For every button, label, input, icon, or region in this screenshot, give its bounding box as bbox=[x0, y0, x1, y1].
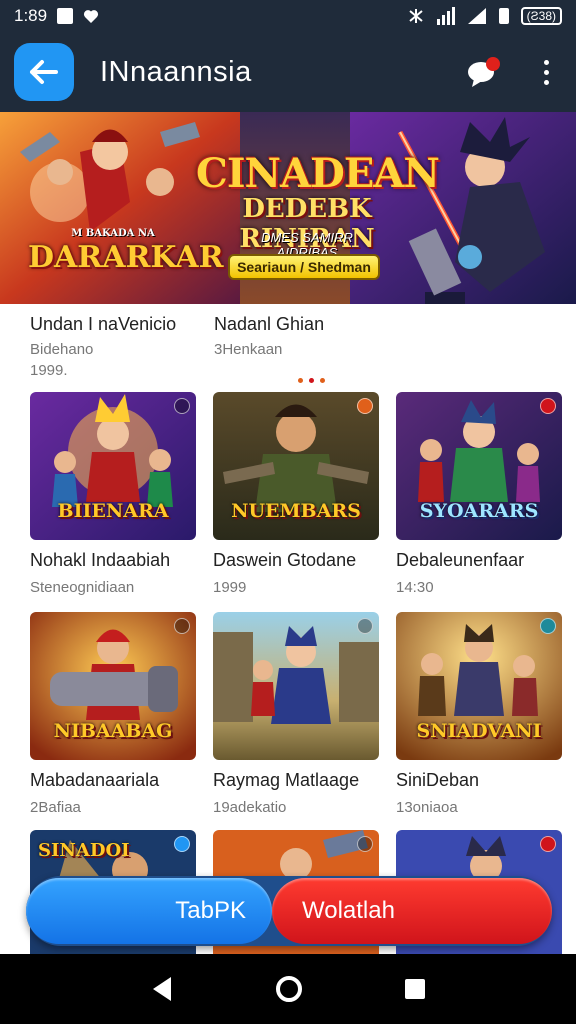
arrow-left-icon bbox=[30, 60, 58, 84]
game-title: Mabadanaariala bbox=[30, 770, 160, 790]
game-thumbnail: SNIADVANI bbox=[396, 612, 562, 760]
circle-home-icon[interactable] bbox=[274, 974, 304, 1004]
game-title: SiniDeban bbox=[396, 770, 480, 790]
game-logo: SNIADVANI bbox=[416, 720, 542, 742]
system-nav-bar bbox=[0, 954, 576, 1024]
wifi-signal-icon bbox=[467, 8, 486, 24]
item-detail: 1999. bbox=[30, 362, 68, 379]
chat-bubble-icon bbox=[468, 57, 500, 87]
game-logo: SYOARARS bbox=[419, 500, 539, 522]
info-icon bbox=[357, 398, 373, 414]
shield-icon bbox=[84, 10, 99, 23]
game-card[interactable]: SYOARARS Debaleunenfaar 14:30 bbox=[396, 392, 562, 596]
game-logo: NUEMBARS bbox=[231, 500, 361, 522]
game-title: Debaleunenfaar bbox=[396, 550, 525, 570]
sim-icon bbox=[498, 8, 509, 24]
game-title: Raymag Matlaage bbox=[213, 770, 360, 790]
banner-left-logo-small: M BAKADA NA bbox=[71, 228, 155, 239]
info-icon bbox=[540, 618, 556, 634]
game-thumbnail: NUEMBARS bbox=[213, 392, 379, 540]
more-button[interactable] bbox=[536, 52, 556, 92]
list-item[interactable]: Nadanl Ghian 3Henkaan bbox=[214, 314, 384, 358]
item-title: Undan I naVenicio bbox=[30, 314, 177, 334]
back-button[interactable] bbox=[14, 43, 74, 101]
page-indicator bbox=[298, 378, 325, 383]
primary-action-button[interactable]: TabPK bbox=[26, 878, 272, 944]
featured-banner[interactable]: M BAKADA NA DARARKAR CINADEAN DEDEBK RIN… bbox=[0, 112, 576, 304]
game-subtitle: 13oniaoa bbox=[396, 799, 458, 816]
game-logo: SINADOI bbox=[38, 840, 130, 861]
battery-indicator: (Ƨ38) bbox=[520, 7, 562, 25]
vibrate-icon bbox=[409, 9, 423, 23]
game-subtitle: 14:30 bbox=[396, 579, 434, 596]
info-icon bbox=[174, 618, 190, 634]
notification-icon bbox=[57, 8, 74, 24]
banner-title: CINADEAN bbox=[196, 150, 440, 197]
info-icon bbox=[357, 618, 373, 634]
game-list[interactable]: Undan I naVenicio Bidehano 1999. Nadanl … bbox=[0, 304, 576, 954]
game-subtitle: Steneognidiaan bbox=[30, 579, 135, 596]
game-subtitle: 1999 bbox=[213, 579, 247, 596]
status-time: 1:89 bbox=[14, 6, 48, 25]
game-card[interactable]: SNIADVANI SiniDeban 13oniaoa bbox=[396, 612, 562, 816]
chat-button[interactable] bbox=[464, 52, 504, 92]
app-bar: INnaannsia bbox=[0, 32, 576, 112]
square-recent-icon[interactable] bbox=[403, 977, 427, 1001]
game-card[interactable]: NIBAABAG Mabadanaariala 2Bafiaa bbox=[30, 612, 196, 816]
item-title: Nadanl Ghian bbox=[214, 314, 325, 334]
game-subtitle: 2Bafiaa bbox=[30, 799, 81, 816]
more-vertical-icon bbox=[543, 59, 549, 65]
signal-icon bbox=[436, 7, 455, 25]
item-subtitle: 3Henkaan bbox=[214, 341, 283, 358]
game-title: Daswein Gtodane bbox=[213, 550, 357, 570]
game-logo: NIBAABAG bbox=[53, 720, 173, 742]
secondary-action-button[interactable]: Wolatlah bbox=[272, 878, 552, 944]
triangle-back-icon[interactable] bbox=[149, 975, 175, 1003]
page-title: INnaannsia bbox=[100, 55, 252, 88]
info-icon bbox=[540, 398, 556, 414]
item-subtitle: Bidehano bbox=[30, 341, 94, 358]
game-logo: BIIENARA bbox=[57, 500, 169, 522]
game-thumbnail: NIBAABAG bbox=[30, 612, 196, 760]
game-thumbnail bbox=[213, 612, 379, 760]
info-icon bbox=[357, 836, 373, 852]
game-thumbnail: BIIENARA bbox=[30, 392, 196, 540]
banner-left-logo: M BAKADA NA DARARKAR bbox=[28, 228, 224, 275]
banner-badge: Seariaun / Shedman bbox=[228, 254, 380, 280]
game-title: Nohakl Indaabiah bbox=[30, 550, 171, 570]
info-icon bbox=[540, 836, 556, 852]
game-thumbnail: SYOARARS bbox=[396, 392, 562, 540]
game-card[interactable]: NUEMBARS Daswein Gtodane 1999 bbox=[213, 392, 379, 596]
game-subtitle: 19adekatio bbox=[213, 799, 287, 816]
list-item[interactable]: Undan I naVenicio Bidehano 1999. bbox=[30, 314, 200, 379]
banner-left-logo-text: DARARKAR bbox=[28, 240, 224, 275]
info-icon bbox=[174, 398, 190, 414]
game-card[interactable]: BIIENARA Nohakl Indaabiah Steneognidiaan bbox=[30, 392, 196, 596]
status-bar: 1:89 (Ƨ38) bbox=[0, 0, 576, 32]
game-card[interactable]: Raymag Matlaage 19adekatio bbox=[213, 612, 379, 816]
